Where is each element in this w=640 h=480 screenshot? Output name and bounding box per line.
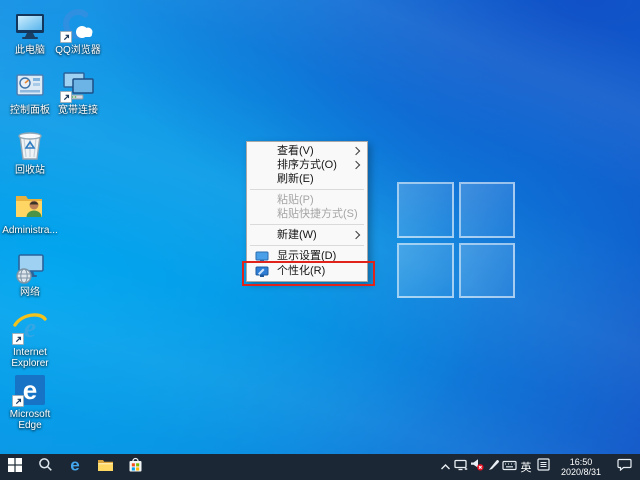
- desktop-icon-qq-browser[interactable]: QQ浏览器: [50, 8, 106, 56]
- icon-label: Internet Explorer: [2, 347, 58, 369]
- shortcut-arrow-badge: [12, 395, 24, 407]
- microsoft-edge-icon: e: [12, 372, 48, 408]
- desktop-icon-network[interactable]: 网络: [2, 250, 58, 298]
- desktop-icon-microsoft-edge[interactable]: e Microsoft Edge: [2, 372, 58, 431]
- shortcut-arrow-badge: [60, 31, 72, 43]
- file-explorer-icon: [97, 458, 114, 477]
- action-center-icon: [617, 458, 632, 476]
- chevron-up-icon: [440, 458, 451, 476]
- internet-explorer-icon: e: [12, 310, 48, 346]
- desktop-icon-internet-explorer[interactable]: e Internet Explorer: [2, 310, 58, 369]
- user-folder-icon: [12, 188, 48, 224]
- menu-item-paste-shortcut: 粘贴快捷方式(S): [247, 207, 367, 221]
- start-icon: [8, 458, 22, 477]
- tray-volume-button[interactable]: [469, 454, 485, 480]
- tray-network-button[interactable]: [453, 454, 469, 480]
- taskbar: e: [0, 454, 640, 480]
- menu-item-sort-by[interactable]: 排序方式(O): [247, 158, 367, 172]
- broadband-icon: [60, 68, 96, 104]
- shortcut-arrow-badge: [12, 333, 24, 345]
- submenu-arrow-icon: [352, 161, 360, 169]
- tray-keyboard-button[interactable]: [501, 454, 517, 480]
- tray-chevron-button[interactable]: [437, 454, 453, 480]
- store-icon: [128, 457, 143, 478]
- ime-language-indicator[interactable]: 英: [517, 459, 535, 475]
- recycle-bin-icon: [12, 128, 48, 164]
- desktop-icon-administrator-folder[interactable]: Administra...: [2, 188, 58, 236]
- menu-item-view[interactable]: 查看(V): [247, 144, 367, 158]
- search-button[interactable]: [30, 454, 60, 480]
- menu-item-display-settings[interactable]: 显示设置(D): [247, 249, 367, 264]
- store-button[interactable]: [120, 454, 150, 480]
- network-icon: [12, 250, 48, 286]
- menu-separator: [250, 189, 364, 190]
- search-icon: [38, 457, 53, 477]
- edge-taskbar-button[interactable]: e: [60, 454, 90, 480]
- menu-separator: [250, 224, 364, 225]
- menu-item-refresh[interactable]: 刷新(E): [247, 172, 367, 186]
- submenu-arrow-icon: [352, 231, 360, 239]
- menu-item-personalize[interactable]: 个性化(R): [247, 264, 367, 279]
- svg-text:e: e: [70, 456, 79, 474]
- icon-label: 回收站: [2, 165, 58, 176]
- personalization-icon: [247, 265, 277, 279]
- icon-label: 宽带连接: [50, 105, 106, 116]
- windows-logo-wallpaper: [397, 182, 515, 298]
- action-center-button[interactable]: [611, 454, 637, 480]
- qq-browser-icon: [60, 8, 96, 44]
- icon-label: Administra...: [2, 225, 58, 236]
- context-menu: 查看(V) 排序方式(O) 刷新(E) 粘贴(P) 粘贴快捷方式(S) 新建(W…: [246, 141, 368, 282]
- tray-pen-button[interactable]: [485, 454, 501, 480]
- clock-time: 16:50: [553, 457, 609, 468]
- keyboard-icon: [502, 458, 517, 476]
- menu-item-new[interactable]: 新建(W): [247, 228, 367, 242]
- desktop-icon-recycle-bin[interactable]: 回收站: [2, 128, 58, 176]
- control-panel-icon: [12, 68, 48, 104]
- desktop-icon-broadband[interactable]: 宽带连接: [50, 68, 106, 116]
- menu-separator: [250, 245, 364, 246]
- pen-icon: [487, 458, 500, 476]
- desktop-wallpaper[interactable]: 此电脑 QQ浏览器 控: [0, 0, 640, 454]
- clock-date: 2020/8/31: [553, 467, 609, 478]
- icon-label: 网络: [2, 287, 58, 298]
- svg-text:e: e: [23, 375, 37, 405]
- network-display-icon: [454, 458, 468, 476]
- icon-label: Microsoft Edge: [2, 409, 58, 431]
- display-settings-icon: [247, 250, 277, 264]
- volume-muted-icon: [470, 458, 484, 476]
- system-tray: 英 16:50 2020/8/31: [437, 454, 640, 480]
- file-explorer-button[interactable]: [90, 454, 120, 480]
- this-pc-icon: [12, 8, 48, 44]
- taskbar-clock[interactable]: 16:50 2020/8/31: [551, 457, 611, 478]
- menu-item-paste: 粘贴(P): [247, 193, 367, 207]
- submenu-arrow-icon: [352, 147, 360, 155]
- edge-icon: e: [66, 456, 84, 479]
- shortcut-arrow-badge: [60, 91, 72, 103]
- start-button[interactable]: [0, 454, 30, 480]
- ime-grid-icon: [537, 458, 550, 476]
- icon-label: QQ浏览器: [50, 45, 106, 56]
- tray-ime-options-button[interactable]: [535, 454, 551, 480]
